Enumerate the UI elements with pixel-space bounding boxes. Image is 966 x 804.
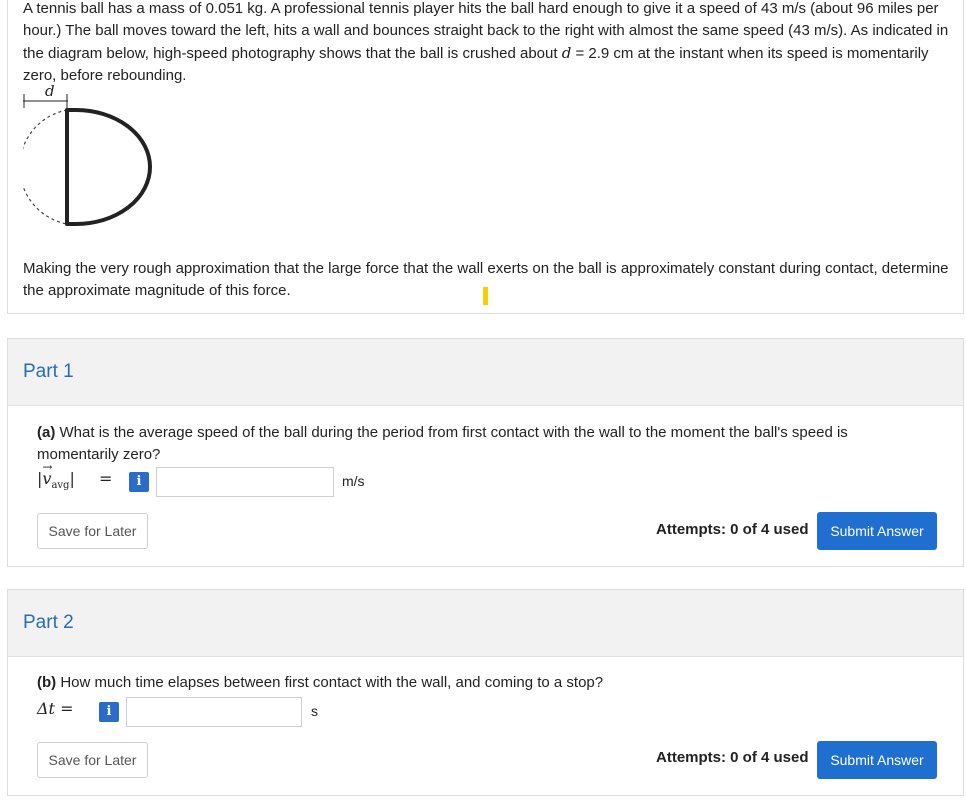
part-2-panel: Part 2 (b) How much time elapses between…: [7, 589, 964, 796]
problem-panel: A tennis ball has a mass of 0.051 kg. A …: [7, 0, 964, 314]
part-2-title: Part 2: [23, 612, 74, 633]
part-1-submit-button[interactable]: Submit Answer: [817, 512, 937, 550]
part-1-panel: Part 1 (a) What is the average speed of …: [7, 338, 964, 567]
part-1-question-label: (a): [37, 424, 56, 441]
part-2-submit-button[interactable]: Submit Answer: [817, 741, 937, 779]
problem-question: Making the very rough approximation that…: [23, 260, 949, 299]
info-button[interactable]: i: [99, 702, 119, 722]
part-1-save-for-later-button[interactable]: Save for Later: [37, 513, 148, 549]
part-1-attempts: Attempts: 0 of 4 used: [656, 521, 809, 538]
part-2-attempts: Attempts: 0 of 4 used: [656, 749, 809, 766]
problem-statement: A tennis ball has a mass of 0.051 kg. A …: [23, 0, 958, 87]
part-2-answer-input[interactable]: [126, 697, 302, 727]
part-1-header: Part 1: [8, 339, 963, 406]
text-cursor: [483, 287, 488, 305]
part-2-question: (b) How much time elapses between first …: [37, 672, 917, 694]
symbol-avg: avg: [51, 480, 70, 492]
info-button[interactable]: i: [129, 472, 149, 492]
part-2-header: Part 2: [8, 590, 963, 657]
part-1-answer-row: | → vavg| = i m/s: [37, 460, 397, 498]
part-2-save-for-later-button[interactable]: Save for Later: [37, 742, 148, 778]
part-2-question-text: How much time elapses between first cont…: [56, 674, 604, 691]
vector-v-avg-symbol: | → vavg|: [37, 460, 75, 492]
diagram-label-d: d: [45, 84, 55, 100]
delta-t-symbol: Δt =: [37, 699, 74, 718]
part-1-answer-input[interactable]: [156, 467, 334, 497]
part-1-title: Part 1: [23, 361, 74, 382]
crushed-ball-diagram: d: [23, 84, 152, 226]
original-ball-outline: [23, 109, 68, 225]
problem-var-d: d: [561, 44, 572, 62]
part-2-question-label: (b): [37, 674, 57, 691]
part-2-answer-row: Δt = i s: [37, 696, 337, 728]
part-1-unit: m/s: [342, 473, 365, 489]
part-2-unit: s: [311, 703, 318, 719]
crushed-ball-shape: [65, 108, 152, 226]
equals-sign: =: [99, 469, 113, 488]
part-1-question-text: What is the average speed of the ball du…: [37, 424, 848, 463]
part-1-question: (a) What is the average speed of the bal…: [37, 422, 917, 466]
